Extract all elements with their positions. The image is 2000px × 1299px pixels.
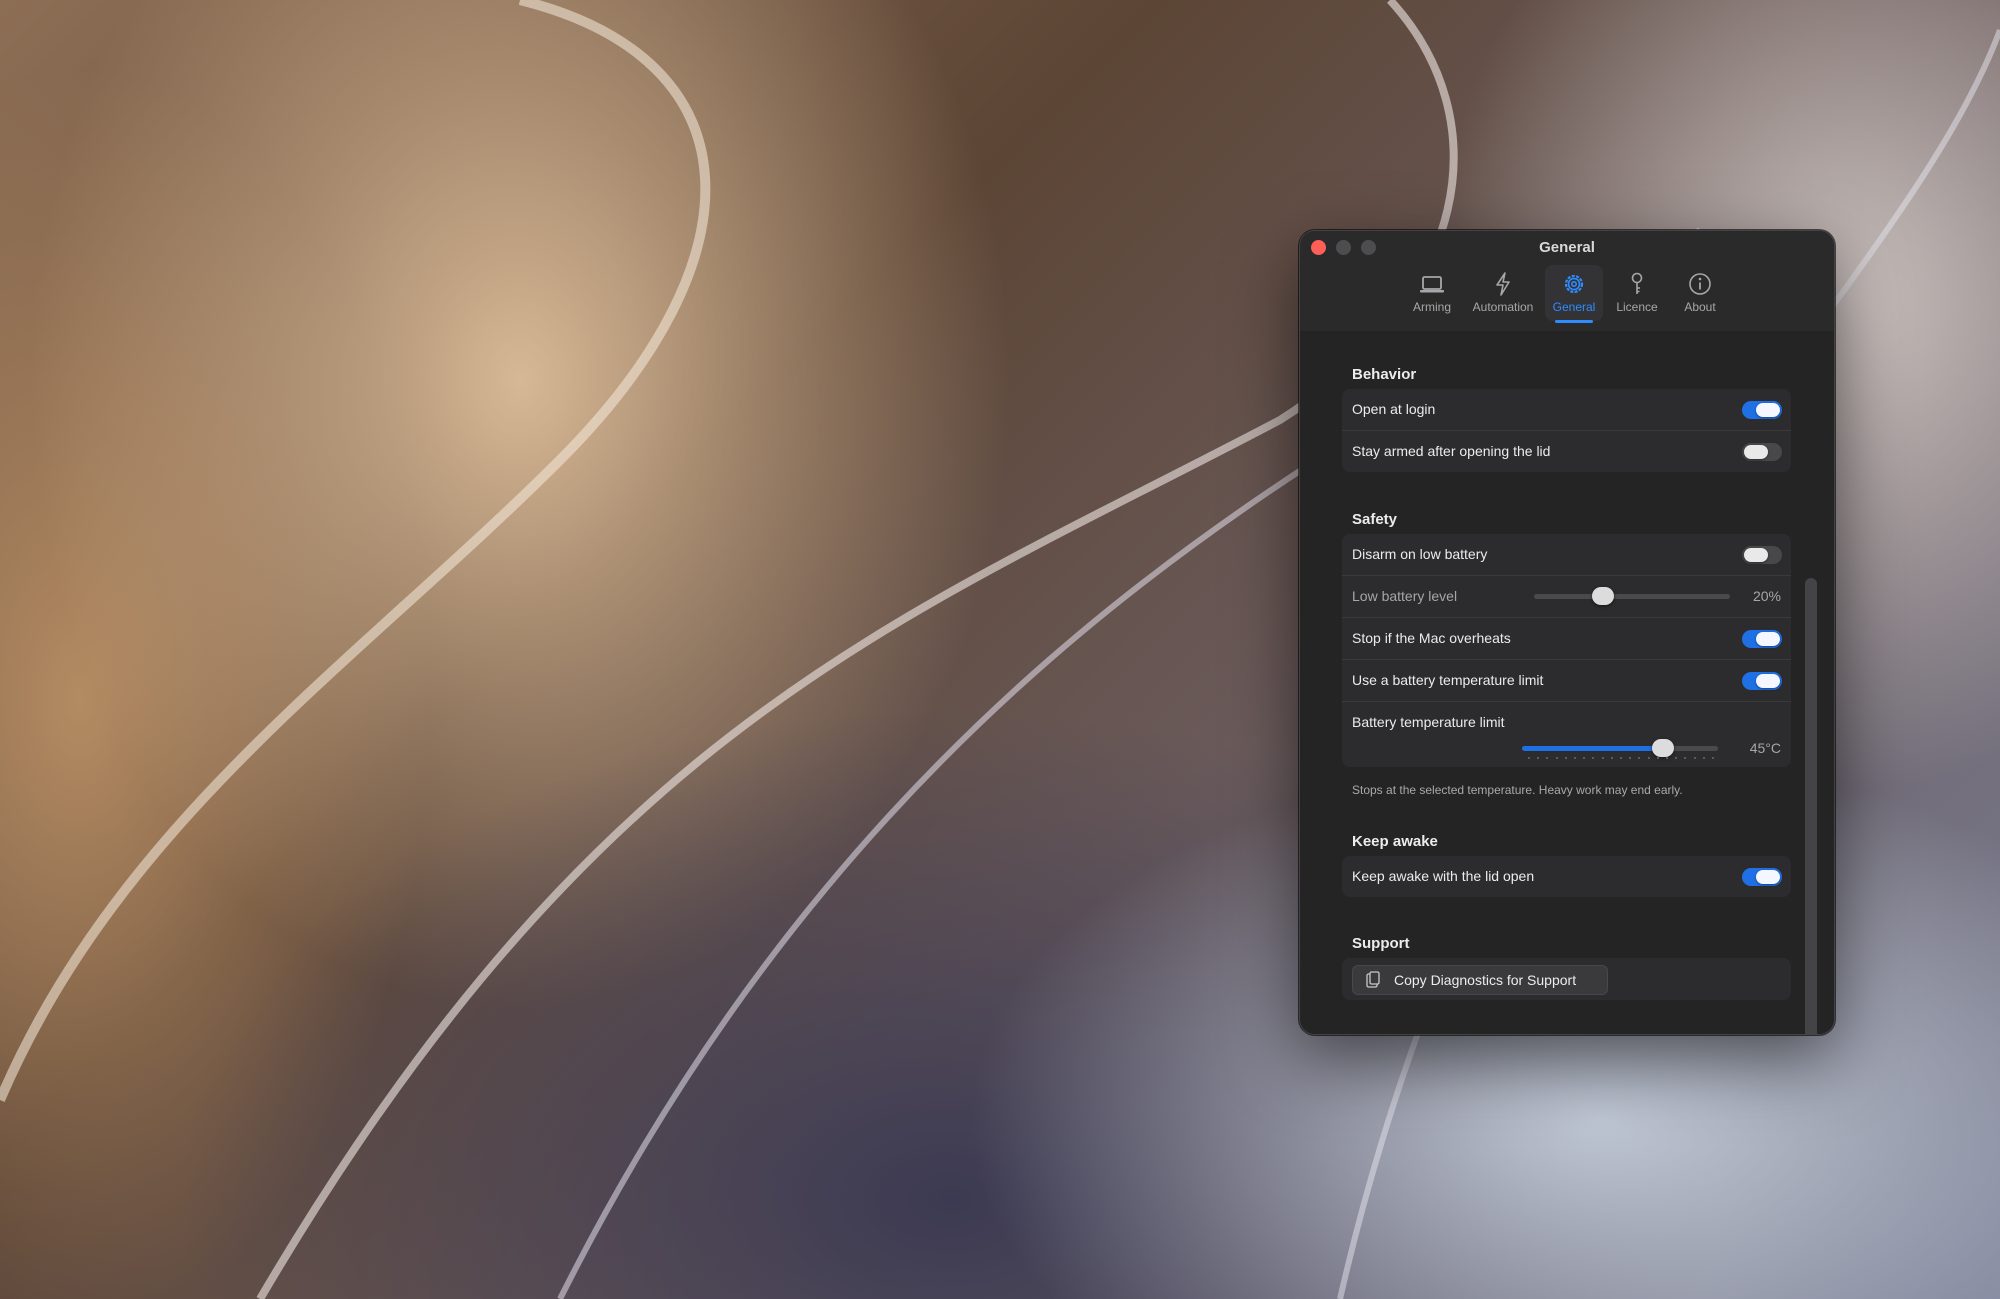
stay-armed-toggle[interactable] bbox=[1742, 443, 1782, 461]
tab-label: Licence bbox=[1616, 300, 1658, 314]
low-battery-value: 20% bbox=[1752, 588, 1781, 604]
scrollbar[interactable] bbox=[1805, 578, 1817, 1034]
slider-tick bbox=[1647, 757, 1650, 759]
slider-tick bbox=[1574, 757, 1576, 759]
slider-tick bbox=[1537, 757, 1540, 759]
tab-label: About bbox=[1684, 300, 1716, 314]
battery-temp-caption: Stops at the selected temperature. Heavy… bbox=[1352, 783, 1683, 797]
tab-label: Automation bbox=[1472, 300, 1534, 314]
low-battery-level-label: Low battery level bbox=[1352, 588, 1458, 604]
battery-temp-slider-ticks bbox=[1528, 757, 1714, 760]
disarm-low-battery-label: Disarm on low battery bbox=[1352, 546, 1488, 562]
slider-tick bbox=[1684, 757, 1687, 759]
slider-tick bbox=[1638, 757, 1641, 759]
tab-label: General bbox=[1552, 300, 1596, 314]
slider-tick bbox=[1546, 757, 1549, 759]
key-icon bbox=[1631, 272, 1643, 294]
toggle-knob bbox=[1756, 632, 1780, 646]
row-stay-armed: Stay armed after opening the lid bbox=[1342, 430, 1791, 472]
section-title-safety: Safety bbox=[1352, 511, 1398, 528]
stop-overheat-label: Stop if the Mac overheats bbox=[1352, 630, 1511, 646]
low-battery-slider[interactable] bbox=[1534, 587, 1730, 605]
open-at-login-toggle[interactable] bbox=[1742, 401, 1782, 419]
slider-tick bbox=[1592, 757, 1595, 759]
keep-awake-lid-label: Keep awake with the lid open bbox=[1352, 868, 1535, 884]
title-bar: General Arming Automation General Licenc… bbox=[1300, 231, 1834, 331]
slider-tick bbox=[1666, 757, 1668, 759]
row-disarm-low-battery: Disarm on low battery bbox=[1342, 534, 1791, 575]
toggle-knob bbox=[1744, 445, 1768, 459]
battery-temp-slider-fill bbox=[1522, 746, 1664, 751]
tab-general[interactable]: General bbox=[1545, 265, 1603, 323]
slider-tick bbox=[1528, 757, 1530, 759]
tab-about[interactable]: About bbox=[1672, 265, 1728, 321]
copy-diagnostics-button[interactable]: Copy Diagnostics for Support bbox=[1352, 965, 1608, 995]
row-battery-temp-limit: Battery temperature limit 45°C bbox=[1342, 701, 1791, 767]
battery-temp-toggle-label: Use a battery temperature limit bbox=[1352, 672, 1544, 688]
battery-temp-value: 45°C bbox=[1749, 740, 1781, 756]
toggle-knob bbox=[1756, 674, 1780, 688]
stop-overheat-toggle[interactable] bbox=[1742, 630, 1782, 648]
window-title: General bbox=[1539, 239, 1595, 256]
tab-automation[interactable]: Automation bbox=[1466, 265, 1540, 321]
battery-temp-limit-label: Battery temperature limit bbox=[1352, 714, 1505, 730]
slider-tick bbox=[1629, 757, 1632, 759]
slider-tick bbox=[1656, 757, 1659, 759]
toolbar-tabs: Arming Automation General Licence About bbox=[1300, 265, 1834, 325]
behavior-group: Open at login Stay armed after opening t… bbox=[1342, 389, 1791, 472]
slider-tick bbox=[1564, 757, 1567, 759]
battery-temp-limit-toggle[interactable] bbox=[1742, 672, 1782, 690]
info-icon bbox=[1689, 273, 1711, 295]
keep-awake-lid-toggle[interactable] bbox=[1742, 868, 1782, 886]
row-open-at-login: Open at login bbox=[1342, 389, 1791, 430]
slider-tick bbox=[1693, 757, 1696, 759]
keep-awake-group: Keep awake with the lid open bbox=[1342, 856, 1791, 897]
tab-label: Arming bbox=[1412, 300, 1451, 314]
laptop-icon bbox=[1420, 276, 1444, 293]
settings-window: General Arming Automation General Licenc… bbox=[1299, 230, 1835, 1035]
toggle-knob bbox=[1756, 403, 1780, 417]
copy-diagnostics-label: Copy Diagnostics for Support bbox=[1394, 972, 1577, 988]
slider-tick bbox=[1620, 757, 1622, 759]
open-at-login-label: Open at login bbox=[1352, 401, 1436, 417]
section-title-keep-awake: Keep awake bbox=[1352, 833, 1438, 850]
row-battery-temp-toggle: Use a battery temperature limit bbox=[1342, 659, 1791, 701]
slider-tick bbox=[1675, 757, 1678, 759]
slider-tick bbox=[1610, 757, 1613, 759]
toggle-knob bbox=[1744, 548, 1768, 562]
battery-temp-slider-thumb[interactable] bbox=[1652, 739, 1675, 757]
row-keep-awake-lid: Keep awake with the lid open bbox=[1342, 856, 1791, 897]
clipboard-icon bbox=[1366, 971, 1380, 988]
slider-tick bbox=[1583, 757, 1586, 759]
section-title-behavior: Behavior bbox=[1352, 366, 1417, 383]
low-battery-slider-thumb[interactable] bbox=[1591, 587, 1614, 605]
row-stop-overheat: Stop if the Mac overheats bbox=[1342, 617, 1791, 659]
row-low-battery-level: Low battery level 20% bbox=[1342, 575, 1791, 617]
toggle-knob bbox=[1756, 870, 1780, 884]
tab-licence[interactable]: Licence bbox=[1608, 265, 1666, 321]
stay-armed-label: Stay armed after opening the lid bbox=[1352, 443, 1551, 459]
disarm-low-battery-toggle[interactable] bbox=[1742, 546, 1782, 564]
slider-tick bbox=[1555, 757, 1558, 759]
tab-arming[interactable]: Arming bbox=[1402, 265, 1462, 321]
battery-temp-slider[interactable] bbox=[1522, 739, 1718, 757]
bolt-icon bbox=[1496, 272, 1510, 296]
slider-tick bbox=[1601, 757, 1604, 759]
slider-tick bbox=[1702, 757, 1705, 759]
gear-icon bbox=[1564, 274, 1584, 294]
section-title-support: Support bbox=[1352, 935, 1410, 952]
settings-content: Behavior Open at login Stay armed after … bbox=[1300, 331, 1834, 1034]
safety-group: Disarm on low battery Low battery level … bbox=[1342, 534, 1791, 767]
slider-tick bbox=[1712, 757, 1714, 759]
